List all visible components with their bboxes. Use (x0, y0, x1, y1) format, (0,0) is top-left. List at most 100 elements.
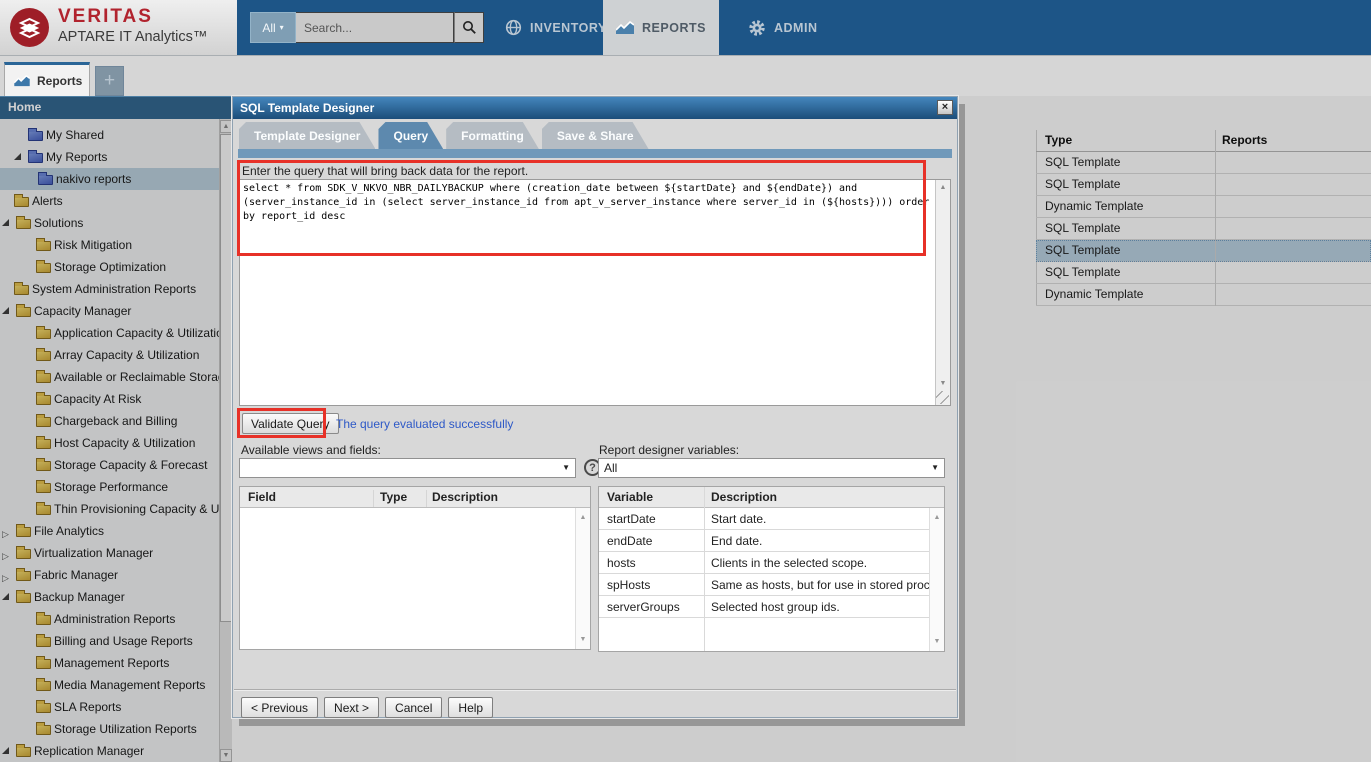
expander-icon[interactable] (2, 307, 11, 316)
expander-icon[interactable] (0, 329, 9, 338)
scroll-up-icon[interactable]: ▲ (576, 514, 590, 521)
table-row[interactable]: SQL Template (1036, 218, 1371, 240)
table-row[interactable]: SQL Template (1036, 152, 1371, 174)
expander-icon[interactable] (0, 175, 9, 184)
tree-item[interactable]: File Analytics (0, 520, 219, 542)
variable-row[interactable]: spHosts Same as hosts, but for use in st… (599, 574, 944, 596)
search-scope-dropdown[interactable]: All ▾ (250, 12, 296, 43)
validate-query-button[interactable]: Validate Query (242, 413, 339, 434)
expander-icon[interactable] (0, 197, 9, 206)
expander-icon[interactable] (0, 659, 9, 668)
expander-icon[interactable] (0, 461, 9, 470)
expander-icon[interactable] (0, 505, 9, 514)
table-row[interactable]: SQL Template (1036, 240, 1371, 262)
tree-item[interactable]: Management Reports (0, 652, 219, 674)
tree-item[interactable]: Thin Provisioning Capacity & Utiliz (0, 498, 219, 520)
expander-icon[interactable] (2, 593, 11, 602)
dialog-tab[interactable]: Template Designer (239, 122, 375, 149)
tree-item[interactable]: Administration Reports (0, 608, 219, 630)
tree-item[interactable]: Storage Performance (0, 476, 219, 498)
tree-item[interactable]: Array Capacity & Utilization (0, 344, 219, 366)
tree-item[interactable]: System Administration Reports (0, 278, 219, 300)
expander-icon[interactable] (2, 549, 11, 558)
expander-icon[interactable] (0, 725, 9, 734)
scroll-up-icon[interactable]: ▲ (936, 184, 950, 191)
views-fields-dropdown[interactable]: ▼ (239, 458, 576, 478)
scrollbar-thumb[interactable] (220, 134, 232, 622)
tab-reports[interactable]: Reports (4, 62, 90, 96)
tree-item[interactable]: Solutions (0, 212, 219, 234)
tree-item[interactable]: Storage Capacity & Forecast (0, 454, 219, 476)
search-input[interactable] (296, 12, 454, 43)
nav-inventory[interactable]: INVENTORY (505, 0, 607, 55)
tree-item[interactable]: Application Capacity & Utilization (0, 322, 219, 344)
sidebar-home-header[interactable]: Home (0, 96, 232, 119)
expander-icon[interactable] (0, 351, 9, 360)
tree-item[interactable]: Chargeback and Billing (0, 410, 219, 432)
expander-icon[interactable] (2, 571, 11, 580)
nav-reports[interactable]: REPORTS (603, 0, 719, 55)
dialog-button[interactable]: Help (448, 697, 493, 718)
sidebar-scrollbar[interactable]: ▲ ▼ (219, 119, 232, 762)
tree-item[interactable]: Fabric Manager (0, 564, 219, 586)
column-type[interactable]: Type (1045, 133, 1072, 147)
designer-variables-dropdown[interactable]: All ▼ (598, 458, 945, 478)
dialog-title[interactable]: SQL Template Designer (233, 97, 957, 119)
table-row[interactable]: SQL Template (1036, 262, 1371, 284)
expander-icon[interactable] (0, 241, 9, 250)
tree-item[interactable]: My Reports (0, 146, 219, 168)
scroll-down-icon[interactable]: ▼ (936, 380, 950, 387)
table-row[interactable]: Dynamic Template (1036, 284, 1371, 306)
resize-grip[interactable] (936, 391, 949, 404)
dialog-tab[interactable]: Query (378, 122, 443, 149)
tree-item[interactable]: Capacity Manager (0, 300, 219, 322)
search-button[interactable] (454, 12, 484, 43)
variable-row[interactable]: hosts Clients in the selected scope. (599, 552, 944, 574)
tree-item[interactable]: Replication Manager (0, 740, 219, 762)
scroll-up-icon[interactable]: ▲ (930, 514, 944, 521)
dialog-button[interactable]: < Previous (241, 697, 318, 718)
dialog-button[interactable]: Cancel (385, 697, 442, 718)
tree-item[interactable]: Capacity At Risk (0, 388, 219, 410)
variable-row[interactable]: endDate End date. (599, 530, 944, 552)
nav-admin[interactable]: ADMIN (748, 0, 817, 55)
scroll-down-icon[interactable]: ▼ (576, 636, 590, 643)
scroll-up-icon[interactable]: ▲ (220, 120, 232, 133)
variables-table-scrollbar[interactable]: ▲ ▼ (929, 508, 944, 651)
expander-icon[interactable] (2, 219, 11, 228)
tree-item[interactable]: Available or Reclaimable Storage (0, 366, 219, 388)
add-tab-button[interactable]: + (95, 66, 124, 96)
variable-row[interactable]: serverGroups Selected host group ids. (599, 596, 944, 618)
expander-icon[interactable] (0, 483, 9, 492)
tree-item[interactable]: nakivo reports (0, 168, 219, 190)
expander-icon[interactable] (0, 439, 9, 448)
expander-icon[interactable] (14, 153, 23, 162)
query-scrollbar[interactable]: ▲ ▼ (935, 180, 950, 405)
scroll-down-icon[interactable]: ▼ (220, 749, 232, 762)
close-icon[interactable]: × (937, 100, 953, 115)
tree-item[interactable]: Alerts (0, 190, 219, 212)
expander-icon[interactable] (0, 285, 9, 294)
tree-item[interactable]: Virtualization Manager (0, 542, 219, 564)
table-row[interactable]: SQL Template (1036, 174, 1371, 196)
expander-icon[interactable] (0, 373, 9, 382)
query-text[interactable]: select * from SDK_V_NKVO_NBR_DAILYBACKUP… (243, 182, 933, 403)
tree-item[interactable]: Risk Mitigation (0, 234, 219, 256)
expander-icon[interactable] (0, 395, 9, 404)
table-row[interactable]: Dynamic Template (1036, 196, 1371, 218)
tree-item[interactable]: Storage Utilization Reports (0, 718, 219, 740)
expander-icon[interactable] (0, 637, 9, 646)
scroll-down-icon[interactable]: ▼ (930, 638, 944, 645)
tree-item[interactable]: Backup Manager (0, 586, 219, 608)
dialog-tab[interactable]: Formatting (446, 122, 539, 149)
dialog-button[interactable]: Next > (324, 697, 379, 718)
variable-row[interactable]: startDate Start date. (599, 508, 944, 530)
column-reports[interactable]: Reports (1222, 133, 1267, 147)
fields-table-scrollbar[interactable]: ▲ ▼ (575, 508, 590, 649)
query-textarea[interactable]: select * from SDK_V_NKVO_NBR_DAILYBACKUP… (239, 179, 951, 406)
expander-icon[interactable] (0, 417, 9, 426)
tree-item[interactable]: Storage Optimization (0, 256, 219, 278)
tree-item[interactable]: SLA Reports (0, 696, 219, 718)
tree-item[interactable]: My Shared (0, 124, 219, 146)
expander-icon[interactable] (2, 747, 11, 756)
